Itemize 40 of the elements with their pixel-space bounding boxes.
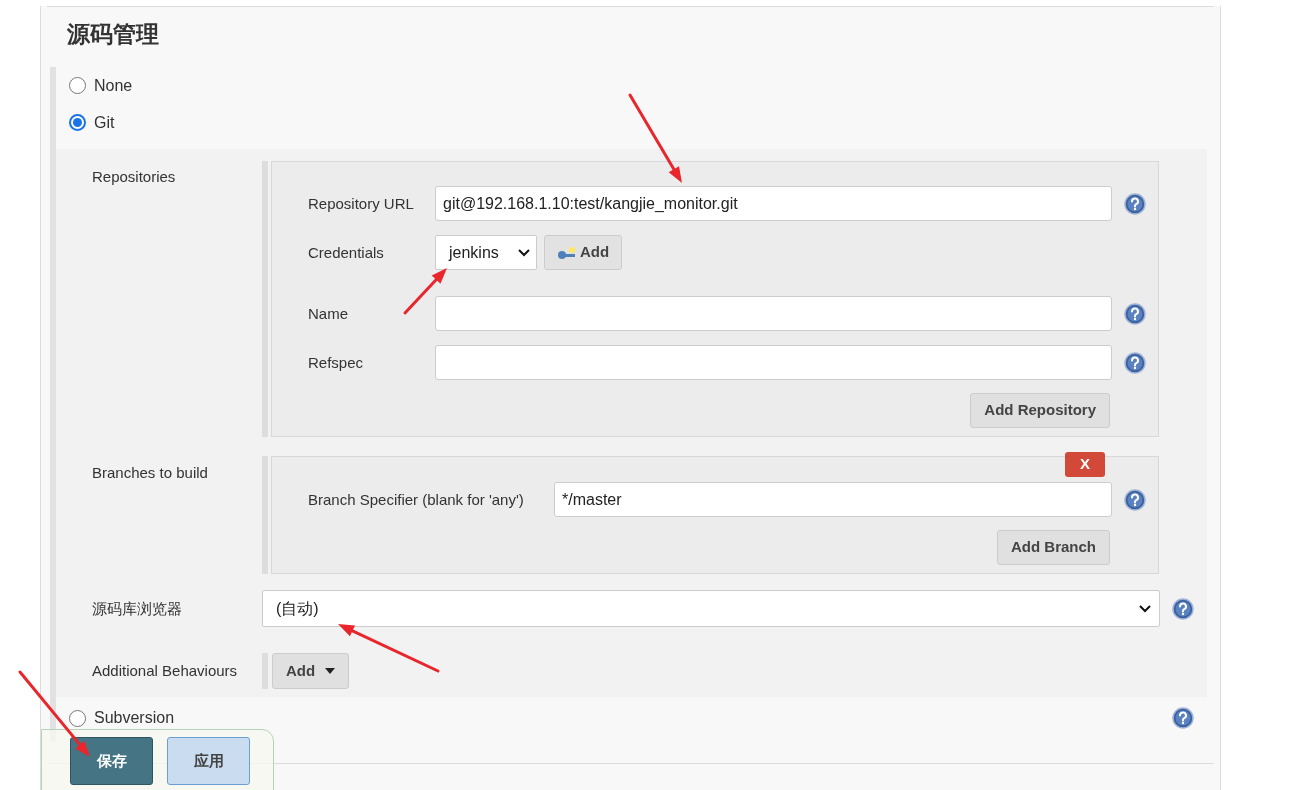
text-field[interactable]: git@192.168.1.10:test/kangjie_monitor.git [435,186,1112,221]
help-icon[interactable] [1124,302,1146,325]
add-dropdown-button[interactable]: Add [272,653,350,689]
apply-button[interactable]: 应用 [167,737,250,785]
text-field[interactable] [435,296,1112,331]
delete-button[interactable]: X [1065,452,1105,477]
radio-label: Subversion [94,708,175,728]
field-label: Credentials [308,243,384,261]
help-icon[interactable] [1124,192,1146,215]
save-button[interactable]: 保存 [70,737,153,785]
add-credentials-button[interactable]: Add [544,235,623,270]
text-field[interactable] [435,345,1112,380]
field-label: 源码库浏览器 [92,599,182,617]
field-label: Branch Specifier (blank for 'any') [308,490,524,508]
credentials-select[interactable]: jenkins [435,235,537,270]
radio-button[interactable] [69,77,86,94]
chevron-icon [1139,604,1151,613]
help-icon[interactable] [1124,488,1146,511]
field-label: Branches to build [92,464,208,481]
field-label: Repository URL [308,194,414,212]
help-icon[interactable] [1172,707,1194,729]
help-icon[interactable] [1124,351,1146,374]
caret-icon [325,668,336,674]
radio-label: None [94,75,133,96]
section-title: 源码管理 [67,21,159,47]
field-label: Refspec [308,353,364,371]
field-label: Name [308,304,348,322]
field-label: Repositories [92,168,176,185]
text-field[interactable]: */master [554,482,1112,517]
chevron-icon [518,248,530,257]
help-icon[interactable] [1172,597,1194,620]
radio-button[interactable] [69,709,86,727]
field-label: Additional Behaviours [92,662,238,679]
radio-button[interactable] [69,114,86,131]
key-icon [557,245,577,260]
add-branch-button[interactable]: Add Branch [997,530,1110,565]
add-repository-button[interactable]: Add Repository [970,393,1110,428]
browser-select[interactable]: (自动) [262,590,1160,627]
annotation-arrow [403,268,447,315]
radio-label: Git [94,112,115,133]
